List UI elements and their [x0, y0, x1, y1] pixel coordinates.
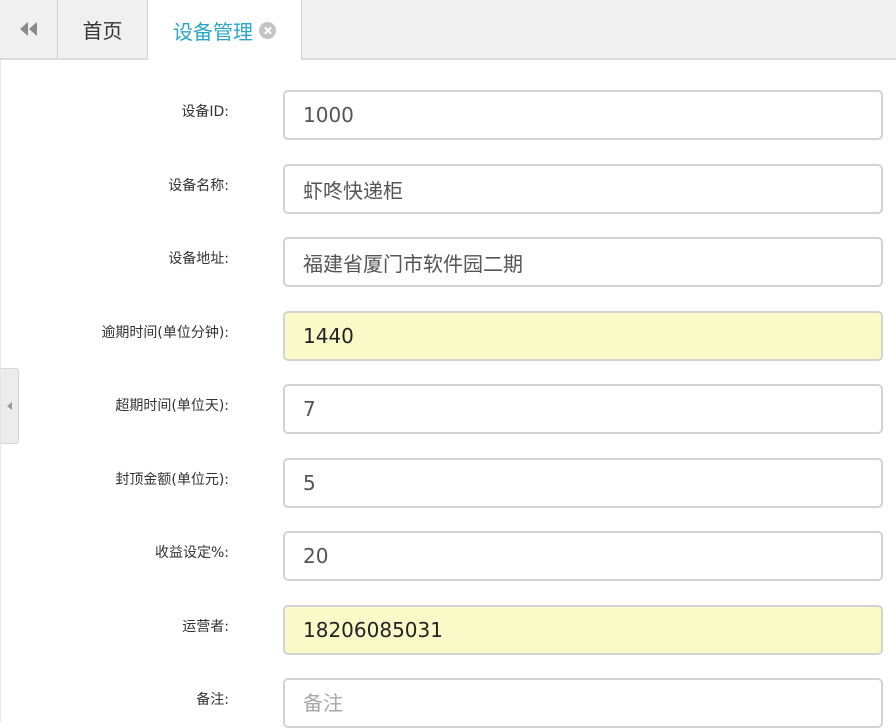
- device-address-label: 设备地址:: [168, 251, 229, 267]
- device-address-input[interactable]: [283, 237, 883, 287]
- device-id-input[interactable]: [283, 90, 883, 140]
- tab-device-management-label: 设备管理: [173, 19, 253, 44]
- overtime-days-label: 超期时间(单位天):: [115, 398, 229, 414]
- tab-scroll-back-button[interactable]: [0, 0, 58, 58]
- form-row-revenue-percent: 收益设定%:: [1, 531, 896, 581]
- form-row-overtime-days: 超期时间(单位天):: [1, 384, 896, 434]
- close-circle-icon[interactable]: [259, 21, 276, 39]
- form-row-device-name: 设备名称:: [1, 164, 896, 214]
- double-chevron-left-icon: [19, 22, 37, 36]
- tab-device-management[interactable]: 设备管理: [148, 0, 302, 60]
- form-row-overdue-minutes: 逾期时间(单位分钟):: [1, 311, 896, 361]
- overdue-minutes-input[interactable]: [283, 311, 883, 361]
- tab-bar: 首页 设备管理: [0, 0, 896, 60]
- form-row-cap-amount: 封顶金额(单位元):: [1, 458, 896, 508]
- tab-home-label: 首页: [82, 18, 123, 43]
- device-name-input[interactable]: [283, 164, 883, 214]
- revenue-percent-input[interactable]: [283, 531, 883, 581]
- form-row-device-id: 设备ID:: [1, 90, 896, 140]
- revenue-percent-label: 收益设定%:: [154, 545, 229, 561]
- remark-input[interactable]: [283, 678, 883, 728]
- tab-home[interactable]: 首页: [58, 0, 148, 58]
- device-form-panel: 设备ID: 设备名称: 设备地址: 逾期时间(单位分钟): 超期时间(单位天):…: [0, 60, 896, 728]
- form-row-device-address: 设备地址:: [1, 237, 896, 287]
- overdue-minutes-label: 逾期时间(单位分钟):: [101, 325, 229, 341]
- operator-label: 运营者:: [182, 619, 229, 635]
- form-row-operator: 运营者:: [1, 605, 896, 655]
- device-id-label: 设备ID:: [181, 104, 229, 120]
- remark-label: 备注:: [196, 692, 229, 708]
- overtime-days-input[interactable]: [283, 384, 883, 434]
- operator-input[interactable]: [283, 605, 883, 655]
- device-name-label: 设备名称:: [168, 178, 229, 194]
- cap-amount-label: 封顶金额(单位元):: [115, 472, 229, 488]
- cap-amount-input[interactable]: [283, 458, 883, 508]
- form-row-remark: 备注:: [1, 678, 896, 728]
